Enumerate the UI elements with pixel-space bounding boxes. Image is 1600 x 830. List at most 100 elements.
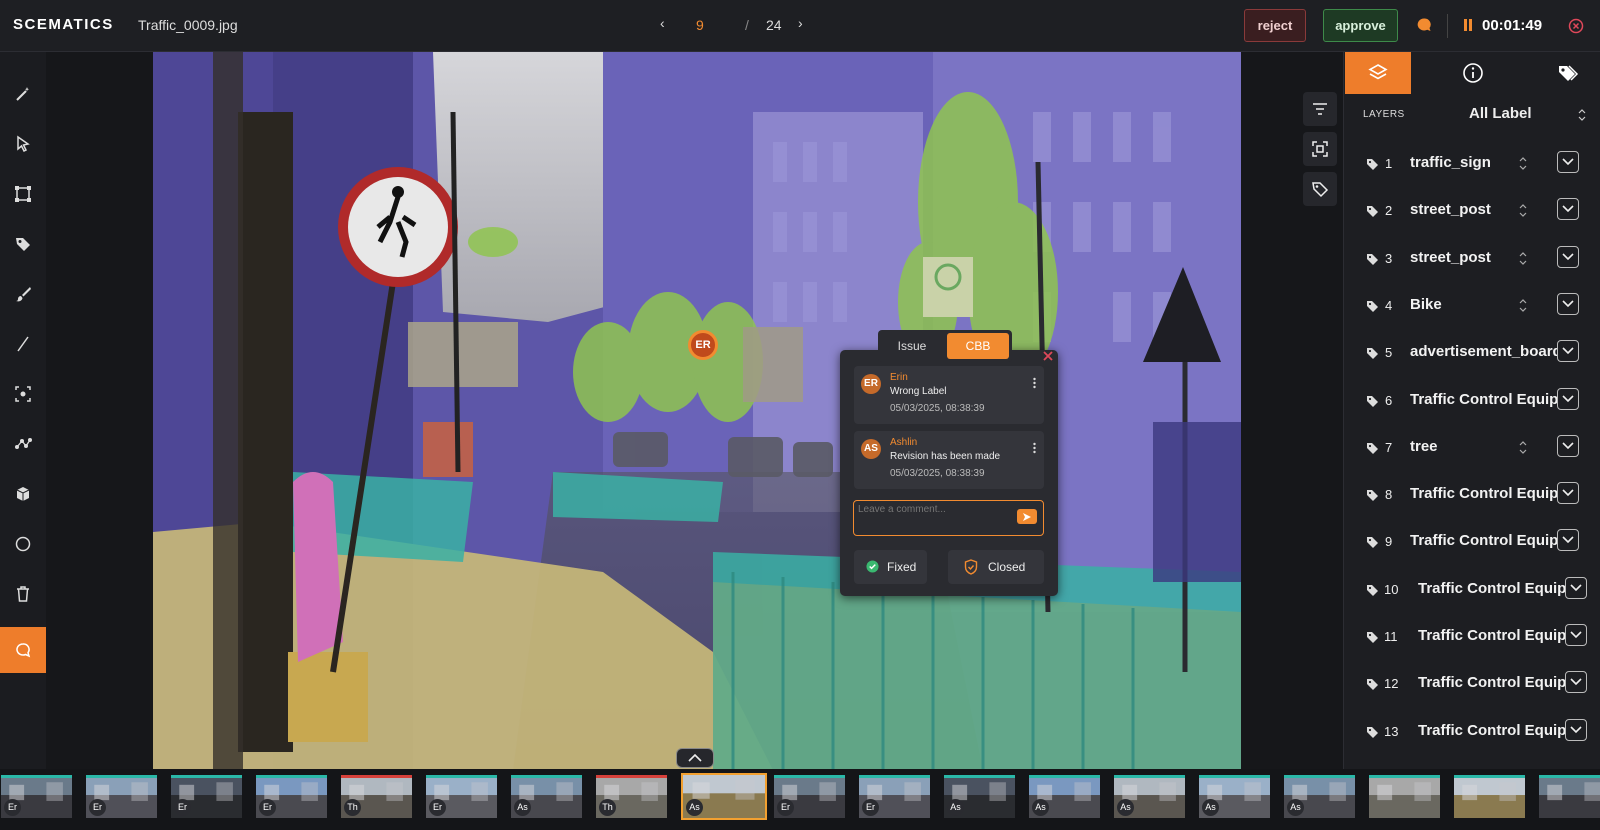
line-icon[interactable] <box>0 324 46 364</box>
layer-row[interactable]: 6 Traffic Control Equipment <box>1344 381 1600 421</box>
image-thumbnail[interactable]: Er <box>256 775 327 818</box>
expand-layer-button[interactable] <box>1557 529 1579 552</box>
image-thumbnail[interactable]: Er <box>171 775 242 818</box>
layer-row[interactable]: 2 street_post <box>1344 191 1600 231</box>
tags-icon[interactable] <box>1535 52 1600 94</box>
image-thumbnail[interactable]: Th <box>341 775 412 818</box>
cube-icon[interactable] <box>0 474 46 514</box>
expand-layer-button[interactable] <box>1557 151 1579 173</box>
more-options-icon[interactable] <box>1033 441 1036 454</box>
expand-layer-button[interactable] <box>1565 718 1587 741</box>
layer-row[interactable]: 13 Traffic Control Equipment <box>1344 712 1600 752</box>
annotated-image[interactable] <box>153 52 1241 770</box>
image-thumbnail[interactable]: As <box>511 775 582 818</box>
comment-icon[interactable] <box>0 627 46 673</box>
timer: 00:01:49 <box>1482 17 1543 34</box>
layer-name: Bike <box>1410 295 1442 313</box>
bounding-box-icon[interactable] <box>0 174 46 214</box>
reject-button[interactable]: reject <box>1244 9 1306 42</box>
layer-row[interactable]: 3 street_post <box>1344 239 1600 279</box>
image-thumbnail[interactable]: As <box>1114 775 1185 818</box>
close-icon[interactable] <box>1568 18 1584 34</box>
trash-icon[interactable] <box>0 574 46 614</box>
label-filter-select[interactable]: All Label <box>1469 105 1532 122</box>
expand-layer-button[interactable] <box>1557 292 1579 315</box>
expand-layer-button[interactable] <box>1557 245 1579 268</box>
layer-row[interactable]: 5 advertisement_board <box>1344 333 1600 373</box>
image-thumbnail[interactable] <box>1539 775 1600 818</box>
expand-layer-button[interactable] <box>1565 624 1587 646</box>
tag-icon[interactable] <box>1303 172 1337 206</box>
expand-layer-button[interactable] <box>1557 434 1579 457</box>
layer-row[interactable]: 12 Traffic Control Equipment <box>1344 664 1600 704</box>
polyline-icon[interactable] <box>0 424 46 464</box>
expand-layer-button[interactable] <box>1557 387 1579 410</box>
layer-row[interactable]: 1 traffic_sign <box>1344 144 1600 184</box>
image-thumbnail[interactable] <box>1369 775 1440 818</box>
filmstrip: Er Er Er Er Th Er As Th As Er Er As As As As As <box>0 769 1600 830</box>
comment-marker[interactable]: ER <box>688 330 718 360</box>
info-icon[interactable] <box>1440 52 1506 94</box>
layer-row[interactable]: 8 Traffic Control Equipment <box>1344 475 1600 515</box>
more-options-icon[interactable] <box>1033 376 1036 389</box>
expand-layer-button[interactable] <box>1557 482 1579 505</box>
send-icon[interactable] <box>1017 509 1037 524</box>
tag-icon <box>1366 157 1380 171</box>
layer-row[interactable]: 11 Traffic Control Equipment <box>1344 617 1600 657</box>
layers-icon[interactable] <box>1345 52 1411 94</box>
image-thumbnail[interactable]: Er <box>1 775 72 818</box>
annotator-initials: As <box>1287 799 1304 816</box>
comment-input[interactable] <box>858 504 1008 515</box>
updown-icon[interactable] <box>1519 299 1527 312</box>
pause-icon[interactable] <box>1463 18 1473 32</box>
updown-icon[interactable] <box>1519 440 1527 454</box>
expand-layer-button[interactable] <box>1557 198 1579 221</box>
image-thumbnail[interactable]: As <box>1199 775 1270 818</box>
image-thumbnail[interactable]: As <box>681 773 767 820</box>
layer-row[interactable]: 10 Traffic Control Equipment <box>1344 570 1600 610</box>
layer-row[interactable]: 9 Traffic Control Equipment <box>1344 522 1600 562</box>
next-image-button[interactable]: › <box>798 15 803 31</box>
annotation-canvas[interactable]: ER <box>46 52 1343 770</box>
updown-icon[interactable] <box>1519 251 1527 265</box>
image-thumbnail[interactable]: Th <box>596 775 667 818</box>
filter-icon[interactable] <box>1303 92 1337 126</box>
layer-name: Traffic Control Equipment <box>1418 579 1566 597</box>
updown-icon[interactable] <box>1519 157 1527 170</box>
image-thumbnail[interactable]: Er <box>774 775 845 818</box>
magic-wand-icon[interactable] <box>0 74 46 114</box>
tag-icon[interactable] <box>0 224 46 264</box>
layer-row[interactable]: 4 Bike <box>1344 286 1600 326</box>
brush-icon[interactable] <box>0 274 46 314</box>
tool-sidebar <box>0 52 46 769</box>
focus-icon[interactable] <box>1303 132 1337 166</box>
comments-icon[interactable] <box>1416 17 1432 33</box>
image-thumbnail[interactable]: Er <box>859 775 930 818</box>
expand-layer-button[interactable] <box>1565 671 1587 694</box>
tag-icon <box>1366 677 1380 691</box>
image-thumbnail[interactable]: Er <box>426 775 497 818</box>
collapse-filmstrip-button[interactable] <box>676 748 714 768</box>
expand-layer-button[interactable] <box>1557 340 1579 363</box>
close-popup-icon[interactable] <box>1042 349 1054 361</box>
tag-icon <box>1366 725 1380 739</box>
tab-cbb[interactable]: CBB <box>947 333 1009 359</box>
image-thumbnail[interactable]: As <box>944 775 1015 818</box>
keypoint-icon[interactable] <box>0 374 46 414</box>
closed-button[interactable]: Closed <box>948 550 1044 584</box>
image-thumbnail[interactable] <box>1454 775 1525 818</box>
image-thumbnail[interactable]: As <box>1284 775 1355 818</box>
pointer-icon[interactable] <box>0 124 46 164</box>
approve-button[interactable]: approve <box>1323 9 1398 42</box>
image-thumbnail[interactable]: Er <box>86 775 157 818</box>
circle-icon[interactable] <box>0 524 46 564</box>
tab-issue[interactable]: Issue <box>881 333 943 359</box>
annotator-initials: Th <box>344 799 361 816</box>
updown-icon[interactable] <box>1578 108 1586 121</box>
layer-row[interactable]: 7 tree <box>1344 428 1600 468</box>
expand-layer-button[interactable] <box>1565 576 1587 599</box>
updown-icon[interactable] <box>1519 204 1527 218</box>
fixed-button[interactable]: Fixed <box>854 550 927 584</box>
image-thumbnail[interactable]: As <box>1029 775 1100 818</box>
prev-image-button[interactable]: ‹ <box>660 15 665 31</box>
